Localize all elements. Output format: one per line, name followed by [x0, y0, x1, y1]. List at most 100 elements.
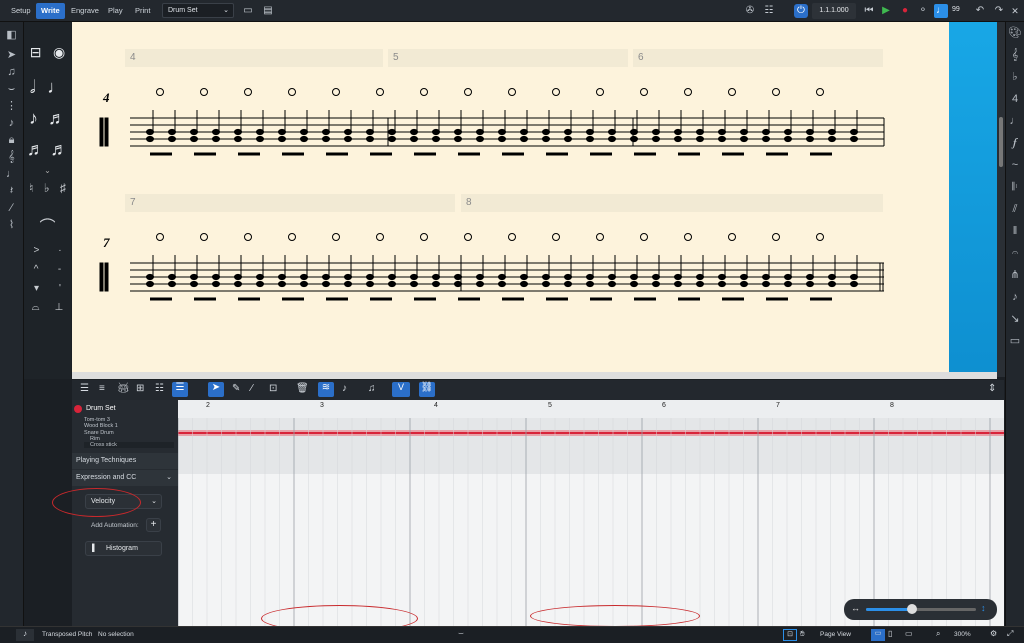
pencil-icon[interactable]: ✎ — [232, 383, 240, 394]
record-dot-icon[interactable] — [74, 405, 82, 413]
mixer-icon[interactable]: ☷ — [762, 4, 776, 18]
sixteenth-note-icon[interactable]: ♬ — [48, 108, 66, 129]
palette-icon[interactable]: 🎨︎ — [1006, 26, 1024, 40]
natural-icon[interactable]: ♮ — [29, 181, 33, 195]
line-icon[interactable]: ↘ — [1006, 312, 1024, 326]
menu-icon[interactable]: ≡ — [99, 383, 105, 394]
vertical-scrollbar[interactable] — [997, 22, 1005, 377]
flat-icon[interactable]: ♭ — [44, 181, 50, 195]
tie-icon[interactable]: ⌣ — [0, 82, 23, 96]
settings-icon[interactable]: ⚙ — [990, 629, 997, 638]
list-icon[interactable]: ☰ — [80, 383, 89, 394]
link-icon[interactable]: ⛓︎ — [419, 382, 435, 397]
zoom-icon[interactable]: ⌕ — [936, 629, 940, 639]
tuplet-icon[interactable]: ⋮ — [0, 99, 23, 113]
play-icon[interactable]: ▶ — [879, 4, 893, 18]
zoom-vertical-icon[interactable]: ↕ — [981, 603, 986, 613]
stress-icon[interactable]: ' — [59, 283, 61, 294]
pointer-icon[interactable]: ➤ — [0, 48, 23, 62]
instrument-select[interactable]: Drum Set ⌄ — [162, 3, 234, 18]
key-icon[interactable]: ♭ — [1006, 70, 1024, 84]
quarter-note-icon[interactable]: ♩ — [47, 77, 65, 98]
metronome-icon[interactable]: ♩ — [934, 4, 948, 18]
resize-icon[interactable]: ⇕ — [988, 383, 996, 394]
thirtysecond-note-icon[interactable]: ♬ — [27, 139, 45, 160]
toggle-icon[interactable]: ⊟ — [30, 44, 42, 61]
clef-icon[interactable]: 𝄞 — [0, 150, 23, 164]
note-icon[interactable]: ♪ — [342, 383, 347, 394]
lanes-icon[interactable]: ☷ — [155, 383, 164, 394]
dynamics-icon[interactable]: 𝆑 — [1006, 136, 1024, 150]
staccatissimo-icon[interactable]: ▾ — [34, 283, 39, 294]
zoom-thumb[interactable] — [907, 604, 917, 614]
trash-icon[interactable]: 🗑︎ — [296, 383, 309, 394]
transposed-pitch[interactable]: Transposed Pitch — [42, 631, 92, 638]
close-icon[interactable]: ✕ — [1008, 4, 1022, 18]
breath-icon[interactable]: ⊥ — [55, 302, 64, 313]
zoom-slider[interactable]: ↔ ↕ — [844, 599, 997, 620]
mode-play[interactable]: Play — [103, 3, 128, 19]
galley-icon[interactable]: ▭ — [905, 629, 913, 638]
expression-cc[interactable]: Expression and CC ⌄ — [72, 470, 178, 486]
eighth-note-icon[interactable]: ♪ — [29, 108, 38, 129]
add-automation-button[interactable]: + — [146, 518, 161, 532]
sixtyfourth-note-icon[interactable]: ♬ — [50, 139, 68, 160]
spreads-icon[interactable]: ▭ — [871, 629, 885, 641]
undo-icon[interactable]: ↶ — [973, 4, 987, 18]
sharp-icon[interactable]: ♯ — [60, 181, 66, 195]
rest-icon[interactable]: 𝄽 — [0, 184, 23, 198]
line-icon[interactable]: ∕ — [251, 383, 253, 394]
marcato-icon[interactable]: ^ — [34, 264, 39, 275]
rewind-icon[interactable]: ⏮ — [862, 4, 876, 18]
tempo-icon[interactable]: ♩ — [1006, 114, 1024, 128]
note-icon[interactable]: ♪ — [16, 629, 34, 641]
zoom-level[interactable]: 300% — [954, 631, 971, 638]
clef-icon[interactable]: 𝄞 — [1006, 48, 1024, 62]
repeat-icon[interactable]: 𝄆 — [1006, 180, 1024, 194]
harp-icon[interactable]: ⋔ — [1006, 268, 1024, 282]
chevron-icon[interactable]: ⌣ — [458, 628, 464, 639]
guitar-icon[interactable]: ♪ — [1006, 290, 1024, 304]
bar-icon[interactable]: ‖ — [1006, 224, 1024, 238]
fingering-icon[interactable]: ⌇ — [0, 218, 23, 232]
mode-setup[interactable]: Setup — [6, 3, 36, 19]
waveform-icon[interactable]: ≋ — [318, 382, 334, 397]
fullscreen-icon[interactable]: ⤢ — [1007, 629, 1013, 639]
score-view[interactable]: 4 5 6 7 8 4 7 — [72, 22, 949, 372]
chevron-down-icon[interactable]: ⌄ — [24, 166, 71, 175]
record-icon[interactable]: ● — [898, 4, 912, 18]
grid-icon[interactable]: ⊞ — [136, 383, 144, 394]
single-page-icon[interactable]: ▯ — [888, 629, 892, 638]
mode-engrave[interactable]: Engrave — [66, 3, 104, 19]
tenuto-icon[interactable]: - — [58, 264, 61, 275]
slash-icon[interactable]: ∕ — [0, 201, 23, 215]
drum-icon[interactable]: 🥁︎ — [117, 383, 130, 394]
playing-techniques[interactable]: Playing Techniques — [72, 453, 178, 469]
slur-icon[interactable]: ⌒ — [24, 213, 71, 237]
fermata-icon[interactable]: 𝄐 — [1006, 246, 1024, 260]
grace-icon[interactable]: ♪ — [0, 116, 23, 130]
piano-roll-icon[interactable]: ☰ — [172, 382, 188, 397]
accent-icon[interactable]: > — [33, 245, 39, 256]
mode-write[interactable]: Write — [36, 3, 65, 19]
select-icon[interactable]: ⊡ — [783, 629, 797, 641]
layout-icon[interactable]: ▭ — [241, 4, 255, 18]
panel-icon[interactable]: ▤ — [261, 4, 275, 18]
half-note-icon[interactable]: 𝅗𝅥 — [30, 77, 36, 98]
click-icon[interactable]: ⚬ — [916, 4, 930, 18]
video-icon[interactable]: ✇ — [743, 4, 757, 18]
ornament-icon[interactable]: ~ — [1006, 158, 1024, 172]
tremolo-icon[interactable]: ⫽ — [1006, 202, 1024, 216]
time-sig-icon[interactable]: 4 — [1006, 92, 1024, 106]
mode-print[interactable]: Print — [130, 3, 155, 19]
pointer-icon[interactable]: ➤ — [208, 382, 224, 397]
redo-icon[interactable]: ↷ — [992, 4, 1006, 18]
lock-icon[interactable]: 🔒︎ — [0, 133, 23, 147]
select-box-icon[interactable]: ⊡ — [269, 383, 277, 394]
staccato-icon[interactable]: · — [58, 245, 61, 256]
piano-roll[interactable]: 2 3 4 5 6 7 8 ↔ ↕ — [177, 400, 1004, 632]
panel-icon[interactable]: ◧ — [0, 28, 23, 42]
view-select[interactable]: Page View — [820, 631, 851, 638]
horizontal-scrollbar[interactable] — [72, 372, 997, 379]
comment-icon[interactable]: ▭ — [1006, 334, 1024, 348]
